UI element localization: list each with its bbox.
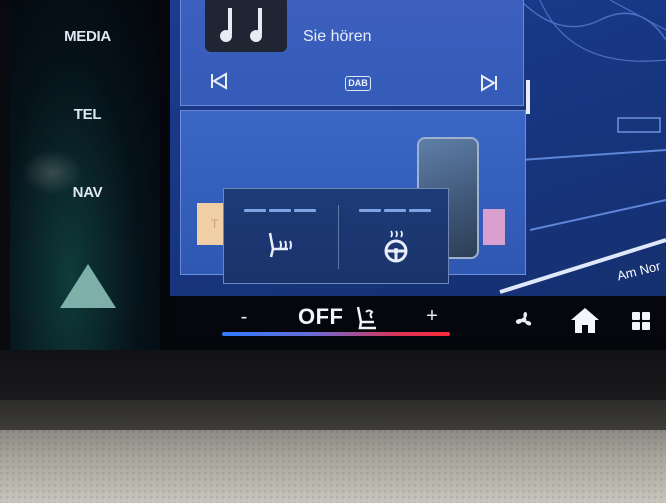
seat-climate-icon[interactable] <box>354 304 380 330</box>
track-title: Sie hören <box>303 28 372 45</box>
dashboard-trim <box>0 350 666 400</box>
seat-heating-icon <box>268 232 292 258</box>
seat-heating-level <box>244 209 316 212</box>
album-art <box>205 0 287 52</box>
steering-heating-button[interactable] <box>339 189 451 283</box>
dashboard-fabric <box>0 430 666 503</box>
steering-wheel-heating-icon <box>384 230 408 263</box>
apps-grid-icon[interactable] <box>632 312 650 330</box>
fan-icon[interactable] <box>512 308 536 332</box>
dab-source-badge[interactable]: DAB <box>345 76 371 91</box>
scrollbar-thumb[interactable] <box>526 80 530 114</box>
sticker-text: T <box>211 217 219 231</box>
steering-heating-level <box>359 209 431 212</box>
right-sticker <box>483 209 505 245</box>
collapse-up-button[interactable] <box>58 262 118 312</box>
heating-popup <box>223 188 449 284</box>
media-widget[interactable]: Sie hören DAB <box>180 0 524 106</box>
rail-item-tel[interactable]: TEL <box>50 106 125 123</box>
skip-next-icon[interactable] <box>479 74 499 92</box>
home-icon[interactable] <box>570 306 600 334</box>
seat-heating-button[interactable] <box>224 189 336 283</box>
climate-status[interactable]: OFF <box>298 304 344 330</box>
dashboard-ridge <box>0 400 666 430</box>
music-note-icon <box>220 8 262 42</box>
skip-previous-icon[interactable] <box>209 72 229 90</box>
triangle-up-icon <box>60 264 116 308</box>
temperature-gradient-bar <box>222 332 450 336</box>
temperature-decrease-button[interactable]: - <box>232 306 256 329</box>
climate-bar: - OFF + <box>170 296 666 342</box>
infotainment-screen: MEDIA TEL NAV Am Nor Sie hören DAB T - O… <box>10 0 666 350</box>
left-nav-rail: MEDIA TEL NAV <box>10 0 160 350</box>
rail-item-media[interactable]: MEDIA <box>50 28 125 45</box>
rail-item-nav[interactable]: NAV <box>50 184 125 201</box>
temperature-increase-button[interactable]: + <box>420 305 444 328</box>
